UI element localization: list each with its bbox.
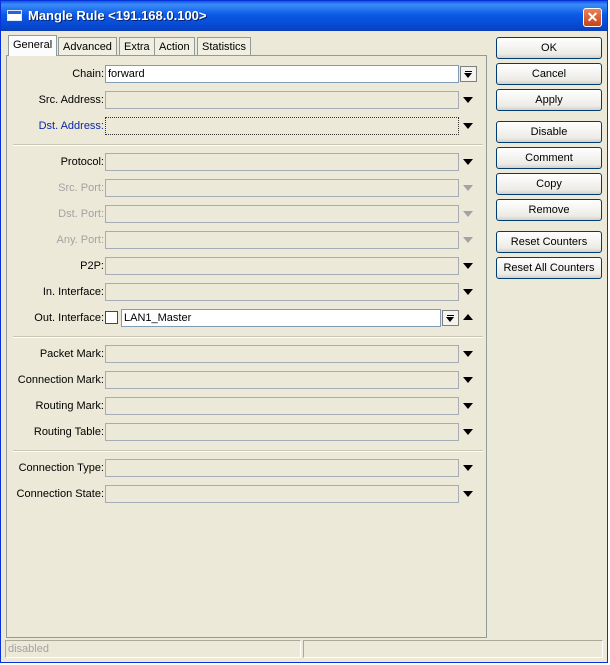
tab-action[interactable]: Action — [154, 37, 195, 55]
separator — [13, 450, 483, 452]
any-port-dropdown-icon — [463, 237, 473, 243]
connection-state-dropdown-icon[interactable] — [463, 491, 473, 497]
disable-button[interactable]: Disable — [496, 121, 602, 143]
src-port-dropdown-icon — [463, 185, 473, 191]
status-text: disabled — [8, 643, 49, 655]
routing-table-field[interactable] — [105, 423, 459, 441]
cancel-button[interactable]: Cancel — [496, 63, 602, 85]
dst-port-dropdown-icon — [463, 211, 473, 217]
out-interface-collapse-icon[interactable] — [463, 314, 473, 320]
chain-dropdown-button[interactable] — [460, 66, 477, 82]
general-panel: Chain: forward Src. Address: Dst. Addres… — [6, 55, 487, 638]
chain-value: forward — [108, 68, 145, 80]
routing-table-dropdown-icon[interactable] — [463, 429, 473, 435]
in-interface-label: In. Interface: — [42, 286, 104, 298]
reset-all-counters-button[interactable]: Reset All Counters — [496, 257, 602, 279]
tab-extra[interactable]: Extra — [119, 37, 155, 55]
out-interface-field[interactable]: LAN1_Master — [121, 309, 441, 327]
src-address-dropdown-icon[interactable] — [463, 97, 473, 103]
close-button[interactable]: ✕ — [583, 8, 602, 27]
mangle-rule-window: Mangle Rule <191.168.0.100> ✕ General Ad… — [0, 0, 608, 663]
packet-mark-dropdown-icon[interactable] — [463, 351, 473, 357]
p2p-field[interactable] — [105, 257, 459, 275]
p2p-label: P2P: — [80, 260, 104, 272]
reset-counters-button[interactable]: Reset Counters — [496, 231, 602, 253]
separator — [13, 144, 483, 146]
chain-field[interactable]: forward — [105, 65, 459, 83]
chain-label: Chain: — [72, 68, 104, 80]
routing-table-label: Routing Table: — [33, 426, 104, 438]
src-port-field — [105, 179, 459, 197]
dst-address-label: Dst. Address: — [38, 120, 104, 132]
tab-advanced[interactable]: Advanced — [58, 37, 117, 55]
in-interface-field[interactable] — [105, 283, 459, 301]
src-address-label: Src. Address: — [38, 94, 104, 106]
src-address-field[interactable] — [105, 91, 459, 109]
packet-mark-field[interactable] — [105, 345, 459, 363]
connection-state-field[interactable] — [105, 485, 459, 503]
connection-mark-field[interactable] — [105, 371, 459, 389]
connection-state-label: Connection State: — [16, 488, 104, 500]
window-icon — [7, 10, 22, 21]
p2p-dropdown-icon[interactable] — [463, 263, 473, 269]
out-interface-label: Out. Interface: — [34, 312, 104, 324]
connection-type-label: Connection Type: — [18, 462, 104, 474]
remove-button[interactable]: Remove — [496, 199, 602, 221]
routing-mark-label: Routing Mark: — [35, 400, 104, 412]
connection-type-dropdown-icon[interactable] — [463, 465, 473, 471]
protocol-field[interactable] — [105, 153, 459, 171]
out-interface-value: LAN1_Master — [124, 312, 192, 324]
connection-mark-dropdown-icon[interactable] — [463, 377, 473, 383]
copy-button[interactable]: Copy — [496, 173, 602, 195]
packet-mark-label: Packet Mark: — [39, 348, 104, 360]
dst-address-dropdown-icon[interactable] — [463, 123, 473, 129]
tab-general[interactable]: General — [8, 35, 58, 56]
title-bar[interactable]: Mangle Rule <191.168.0.100> ✕ — [1, 1, 607, 31]
status-bar-right — [303, 640, 603, 658]
dst-port-field — [105, 205, 459, 223]
out-interface-negate-checkbox[interactable] — [105, 311, 118, 324]
routing-mark-dropdown-icon[interactable] — [463, 403, 473, 409]
dst-port-label: Dst. Port: — [58, 208, 104, 220]
routing-mark-field[interactable] — [105, 397, 459, 415]
close-icon: ✕ — [586, 9, 599, 25]
comment-button[interactable]: Comment — [496, 147, 602, 169]
out-interface-dropdown-button[interactable] — [442, 310, 459, 326]
ok-button[interactable]: OK — [496, 37, 602, 59]
connection-mark-label: Connection Mark: — [17, 374, 104, 386]
any-port-field — [105, 231, 459, 249]
tab-statistics[interactable]: Statistics — [197, 37, 252, 55]
in-interface-dropdown-icon[interactable] — [463, 289, 473, 295]
apply-button[interactable]: Apply — [496, 89, 602, 111]
separator — [13, 336, 483, 338]
protocol-label: Protocol: — [60, 156, 104, 168]
any-port-label: Any. Port: — [56, 234, 104, 246]
status-bar-left: disabled — [5, 640, 301, 658]
window-title: Mangle Rule <191.168.0.100> — [28, 8, 207, 23]
protocol-dropdown-icon[interactable] — [463, 159, 473, 165]
src-port-label: Src. Port: — [58, 182, 104, 194]
connection-type-field[interactable] — [105, 459, 459, 477]
dst-address-field[interactable] — [105, 117, 459, 135]
